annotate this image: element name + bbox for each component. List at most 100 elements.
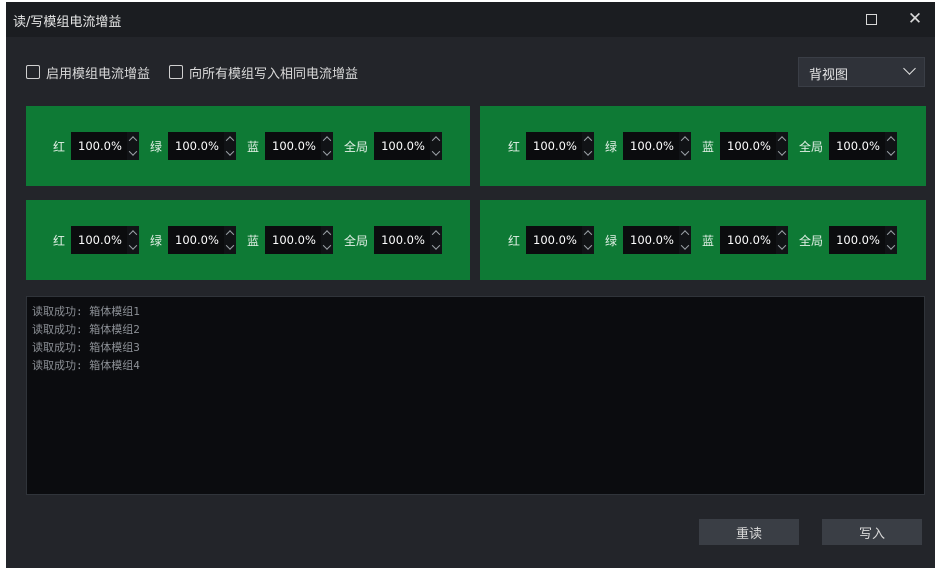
chevron-up-icon bbox=[128, 136, 138, 145]
global-spinbox[interactable]: 100.0% bbox=[374, 132, 443, 160]
spin-down-button[interactable] bbox=[430, 146, 442, 160]
green-value[interactable]: 100.0% bbox=[168, 139, 219, 153]
reread-button[interactable]: 重读 bbox=[699, 519, 799, 545]
green-spinbox[interactable]: 100.0% bbox=[168, 132, 237, 160]
global-value[interactable]: 100.0% bbox=[374, 139, 425, 153]
blue-value[interactable]: 100.0% bbox=[720, 233, 771, 247]
write-same-option[interactable]: 向所有模组写入相同电流增益 bbox=[169, 62, 358, 82]
view-select[interactable]: 背视图 bbox=[798, 57, 925, 87]
spin-down-button[interactable] bbox=[885, 146, 897, 160]
red-label: 红 bbox=[53, 139, 66, 154]
spin-up-button[interactable] bbox=[127, 226, 139, 240]
spin-up-button[interactable] bbox=[582, 132, 594, 146]
green-value[interactable]: 100.0% bbox=[623, 139, 674, 153]
chevron-up-icon bbox=[225, 136, 235, 145]
red-value[interactable]: 100.0% bbox=[526, 139, 577, 153]
blue-value[interactable]: 100.0% bbox=[265, 233, 316, 247]
red-label: 红 bbox=[508, 233, 521, 248]
log-line: 读取成功: 箱体模组4 bbox=[32, 359, 140, 372]
blue-spinbox[interactable]: 100.0% bbox=[265, 132, 334, 160]
green-field: 绿 100.0% bbox=[150, 226, 237, 254]
spin-up-button[interactable] bbox=[776, 132, 788, 146]
chevron-up-icon bbox=[322, 136, 332, 145]
green-value[interactable]: 100.0% bbox=[623, 233, 674, 247]
chevron-up-icon bbox=[777, 136, 787, 145]
spin-up-button[interactable] bbox=[224, 132, 236, 146]
enable-gain-option[interactable]: 启用模组电流增益 bbox=[26, 62, 150, 82]
module-panel-4: 红 100.0% 绿 100.0% 蓝 100.0% 全局 100.0% bbox=[480, 200, 926, 280]
spin-up-button[interactable] bbox=[127, 132, 139, 146]
spin-up-button[interactable] bbox=[430, 132, 442, 146]
chevron-down-icon bbox=[886, 147, 896, 156]
spin-up-button[interactable] bbox=[679, 132, 691, 146]
spin-down-button[interactable] bbox=[127, 146, 139, 160]
chevron-up-icon bbox=[225, 230, 235, 239]
close-button[interactable]: ✕ bbox=[895, 2, 935, 37]
blue-label: 蓝 bbox=[702, 139, 715, 154]
spin-down-button[interactable] bbox=[776, 146, 788, 160]
spin-up-button[interactable] bbox=[582, 226, 594, 240]
blue-spinbox[interactable]: 100.0% bbox=[720, 226, 789, 254]
spin-down-button[interactable] bbox=[679, 146, 691, 160]
write-same-checkbox[interactable] bbox=[169, 65, 183, 79]
spin-up-button[interactable] bbox=[679, 226, 691, 240]
blue-spinbox[interactable]: 100.0% bbox=[265, 226, 334, 254]
module-panel-1: 红 100.0% 绿 100.0% 蓝 100.0% 全局 100.0% bbox=[26, 106, 470, 186]
red-value[interactable]: 100.0% bbox=[526, 233, 577, 247]
spin-down-button[interactable] bbox=[321, 146, 333, 160]
spin-down-button[interactable] bbox=[224, 240, 236, 254]
spin-up-button[interactable] bbox=[885, 226, 897, 240]
spin-up-button[interactable] bbox=[321, 226, 333, 240]
spin-up-button[interactable] bbox=[885, 132, 897, 146]
global-value[interactable]: 100.0% bbox=[829, 233, 880, 247]
spin-down-button[interactable] bbox=[776, 240, 788, 254]
red-spinbox[interactable]: 100.0% bbox=[526, 226, 595, 254]
chevron-down-icon bbox=[225, 241, 235, 250]
red-spinbox[interactable]: 100.0% bbox=[526, 132, 595, 160]
spin-down-button[interactable] bbox=[127, 240, 139, 254]
enable-gain-checkbox[interactable] bbox=[26, 65, 40, 79]
spin-down-button[interactable] bbox=[679, 240, 691, 254]
spin-down-button[interactable] bbox=[582, 146, 594, 160]
red-value[interactable]: 100.0% bbox=[71, 233, 122, 247]
blue-field: 蓝 100.0% bbox=[702, 132, 789, 160]
spin-up-button[interactable] bbox=[430, 226, 442, 240]
green-spinbox[interactable]: 100.0% bbox=[623, 132, 692, 160]
blue-spinbox[interactable]: 100.0% bbox=[720, 132, 789, 160]
chevron-down-icon bbox=[583, 241, 593, 250]
red-spinbox[interactable]: 100.0% bbox=[71, 132, 140, 160]
red-label: 红 bbox=[53, 233, 66, 248]
blue-value[interactable]: 100.0% bbox=[265, 139, 316, 153]
global-spinbox[interactable]: 100.0% bbox=[829, 132, 898, 160]
blue-value[interactable]: 100.0% bbox=[720, 139, 771, 153]
write-button[interactable]: 写入 bbox=[822, 519, 922, 545]
chevron-down-icon bbox=[322, 147, 332, 156]
chevron-up-icon bbox=[583, 230, 593, 239]
log-output[interactable]: 读取成功: 箱体模组1 读取成功: 箱体模组2 读取成功: 箱体模组3 读取成功… bbox=[26, 296, 925, 495]
green-value[interactable]: 100.0% bbox=[168, 233, 219, 247]
global-spinbox[interactable]: 100.0% bbox=[374, 226, 443, 254]
green-spinbox[interactable]: 100.0% bbox=[168, 226, 237, 254]
maximize-button[interactable] bbox=[851, 2, 891, 37]
chevron-up-icon bbox=[431, 136, 441, 145]
red-spinbox[interactable]: 100.0% bbox=[71, 226, 140, 254]
spin-up-button[interactable] bbox=[224, 226, 236, 240]
spin-up-button[interactable] bbox=[321, 132, 333, 146]
spin-down-button[interactable] bbox=[885, 240, 897, 254]
global-label: 全局 bbox=[799, 139, 824, 154]
close-icon: ✕ bbox=[907, 9, 923, 29]
green-spinbox[interactable]: 100.0% bbox=[623, 226, 692, 254]
chevron-down-icon bbox=[431, 241, 441, 250]
global-spinbox[interactable]: 100.0% bbox=[829, 226, 898, 254]
spin-down-button[interactable] bbox=[582, 240, 594, 254]
chevron-down-icon bbox=[777, 241, 787, 250]
global-field: 全局 100.0% bbox=[344, 132, 443, 160]
red-value[interactable]: 100.0% bbox=[71, 139, 122, 153]
chevron-up-icon bbox=[680, 136, 690, 145]
spin-down-button[interactable] bbox=[321, 240, 333, 254]
global-value[interactable]: 100.0% bbox=[829, 139, 880, 153]
spin-down-button[interactable] bbox=[430, 240, 442, 254]
global-value[interactable]: 100.0% bbox=[374, 233, 425, 247]
spin-up-button[interactable] bbox=[776, 226, 788, 240]
spin-down-button[interactable] bbox=[224, 146, 236, 160]
